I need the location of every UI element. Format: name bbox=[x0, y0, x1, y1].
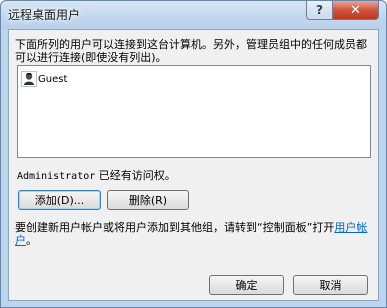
list-item[interactable]: Guest bbox=[21, 71, 67, 87]
close-button[interactable]: ✕ bbox=[332, 1, 379, 20]
remote-desktop-users-dialog: 远程桌面用户 ? ✕ 下面所列的用户可以连接到这台计算机。另外，管理员组中的任何… bbox=[0, 0, 387, 308]
help-suffix: 。 bbox=[26, 234, 37, 247]
user-label: Guest bbox=[38, 73, 68, 85]
help-prefix: 要创建新用户帐户或将用户添加到其他组，请转到“控制面板”打开 bbox=[15, 221, 335, 234]
title-bar[interactable]: 远程桌面用户 ? ✕ bbox=[1, 1, 386, 29]
help-button[interactable]: ? bbox=[306, 1, 333, 20]
remove-button[interactable]: 删除(R) bbox=[107, 190, 189, 210]
access-user: Administrator bbox=[17, 171, 96, 182]
dialog-body: 下面所列的用户可以连接到这台计算机。另外，管理员组中的任何成员都可以进行连接(即… bbox=[8, 29, 379, 301]
window-title: 远程桌面用户 bbox=[8, 8, 81, 22]
access-suffix: 已经有访问权。 bbox=[95, 169, 176, 182]
ok-button[interactable]: 确定 bbox=[209, 275, 284, 295]
description-text: 下面所列的用户可以连接到这台计算机。另外，管理员组中的任何成员都可以进行连接(即… bbox=[15, 38, 367, 64]
access-status: Administrator 已经有访问权。 bbox=[17, 167, 176, 183]
cancel-button[interactable]: 取消 bbox=[293, 275, 368, 295]
user-icon bbox=[21, 71, 37, 87]
add-button[interactable]: 添加(D)... bbox=[18, 190, 101, 210]
users-listbox[interactable]: Guest bbox=[17, 65, 371, 158]
help-text: 要创建新用户帐户或将用户添加到其他组，请转到“控制面板”打开用户帐户。 bbox=[15, 221, 377, 247]
